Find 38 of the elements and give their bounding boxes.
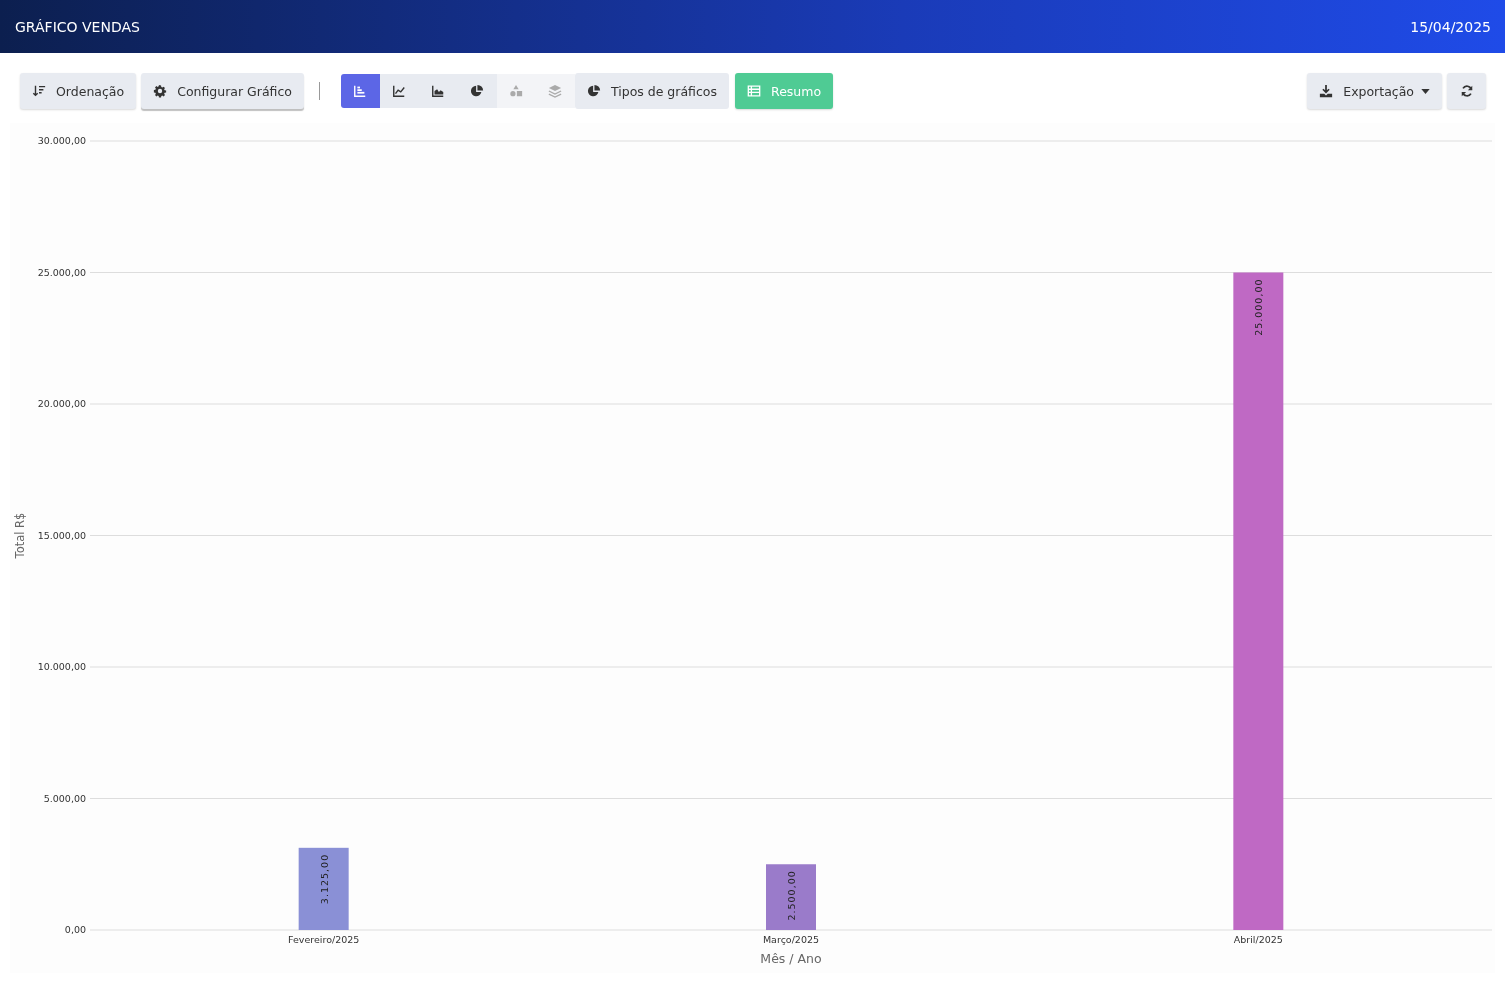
- export-button[interactable]: Exportação: [1307, 73, 1442, 109]
- y-axis-label: 5.000,00: [43, 792, 86, 804]
- caret-icon: [1421, 88, 1430, 94]
- chart-types-button[interactable]: Tipos de gráficos: [575, 73, 729, 109]
- line-chart-icon: [392, 84, 407, 98]
- shapes-icon: [509, 84, 524, 98]
- y-axis-title: Total R$: [13, 512, 27, 559]
- area-chart-icon: [431, 84, 446, 98]
- pie-chart-icon: [470, 84, 485, 98]
- pie-chart-icon: [587, 84, 601, 98]
- x-axis-label: Março/2025: [762, 934, 820, 945]
- x-axis-title: Mês / Ano: [760, 951, 822, 966]
- sort-icon: [32, 84, 46, 98]
- y-axis-label: 20.000,00: [37, 398, 86, 409]
- header-date: 15/04/2025: [1410, 18, 1491, 35]
- value-label: 2.500,00: [786, 870, 797, 921]
- refresh-icon: [1459, 84, 1474, 98]
- y-axis-label: 0,00: [64, 924, 86, 935]
- refresh-button[interactable]: [1447, 73, 1486, 109]
- x-axis-label: Fevereiro/2025: [288, 934, 360, 945]
- layers-icon: [548, 84, 563, 98]
- y-axis-label: 25.000,00: [37, 266, 86, 278]
- y-axis-label: 30.000,00: [37, 135, 86, 146]
- gear-icon: [153, 84, 168, 98]
- configure-chart-button[interactable]: Configurar Gráfico: [141, 73, 304, 109]
- x-axis-label: Abril/2025: [1233, 934, 1283, 945]
- download-icon: [1319, 84, 1334, 98]
- bar: [766, 864, 816, 930]
- y-axis-label: 15.000,00: [37, 529, 86, 541]
- bar-chart-icon: [353, 84, 368, 98]
- value-label: 3.125,00: [318, 853, 330, 905]
- page-title: GRÁFICO VENDAS: [15, 18, 140, 35]
- chart-type-button[interactable]: [380, 74, 419, 108]
- chart-type-button[interactable]: [458, 74, 497, 108]
- value-label: 25.000,00: [1253, 278, 1265, 336]
- sort-button[interactable]: Ordenação: [20, 73, 137, 109]
- table-icon: [747, 84, 761, 98]
- y-axis-label: 10.000,00: [37, 661, 86, 672]
